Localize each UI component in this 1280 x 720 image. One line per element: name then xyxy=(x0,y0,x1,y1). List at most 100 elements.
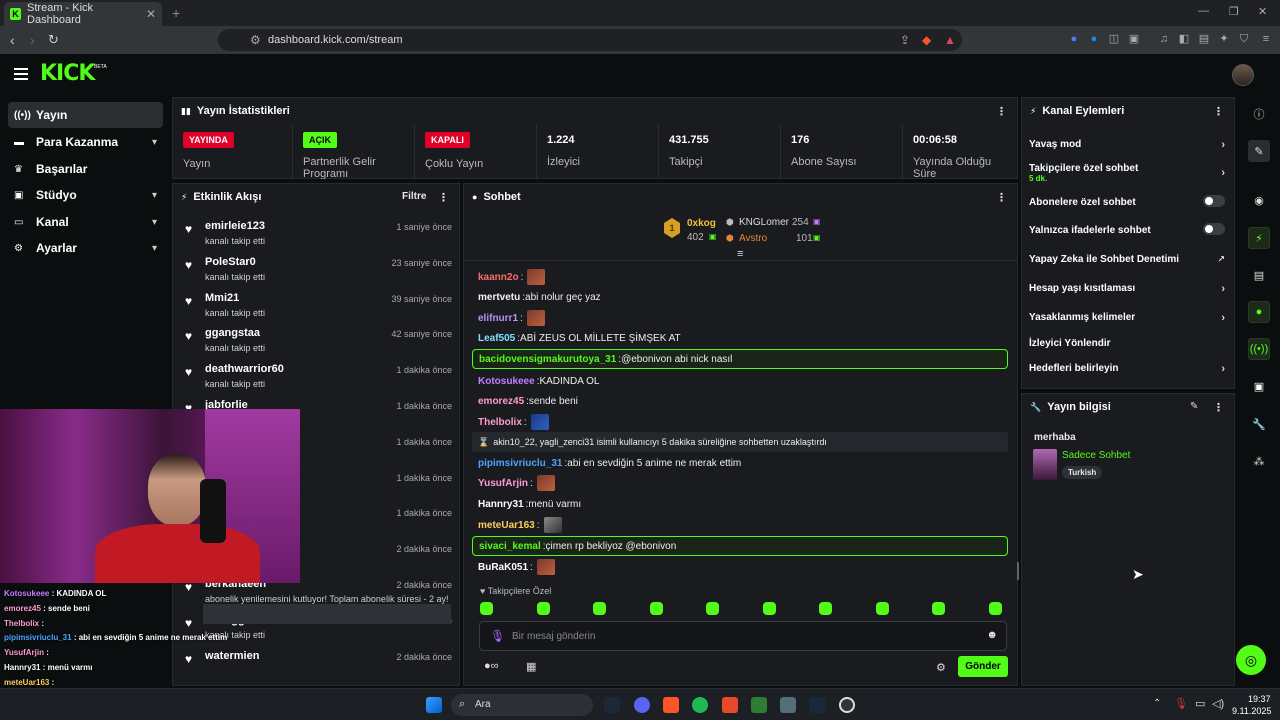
emote-quick-icon[interactable] xyxy=(762,602,776,615)
document-icon[interactable]: ▤ xyxy=(1248,264,1270,286)
edit-icon[interactable]: ✎ xyxy=(1190,401,1198,412)
close-tab-icon[interactable]: ✕ xyxy=(146,7,156,21)
emoji-icon[interactable]: ☻ xyxy=(986,629,998,641)
mic-icon[interactable]: 🎙 xyxy=(490,629,505,643)
extension-1-icon[interactable]: ● xyxy=(1068,33,1080,45)
chat-username[interactable]: Kotosukeee xyxy=(478,376,535,387)
steam-icon[interactable] xyxy=(604,697,620,713)
sidebar-item-para-kazanma[interactable]: ▬ Para Kazanma ▾ xyxy=(8,129,163,155)
viewers-icon[interactable]: ●∞ xyxy=(484,660,499,672)
chat-username[interactable]: kaann2o xyxy=(478,272,519,283)
mic-tray-icon[interactable]: 🎙 xyxy=(1174,697,1188,710)
sidebar-item-ayarlar[interactable]: ⚙ Ayarlar ▾ xyxy=(8,235,163,261)
broadcast-rail-icon[interactable]: ((•)) xyxy=(1248,338,1270,360)
kick-logo[interactable]: KICK xyxy=(40,61,95,86)
more-options-icon[interactable]: ⋮ xyxy=(1213,105,1224,118)
chat-username[interactable]: mertvetu xyxy=(478,292,520,303)
window-close-icon[interactable]: ✕ xyxy=(1258,5,1267,18)
emote-quick-icon[interactable] xyxy=(875,602,889,615)
bolt-rail-icon[interactable]: ⚡ xyxy=(1248,227,1270,249)
restore-icon[interactable]: ❐ xyxy=(1229,5,1239,18)
windows-start-icon[interactable] xyxy=(426,697,442,713)
activity-user[interactable]: Mmi21 xyxy=(205,292,239,304)
activity-user[interactable]: PoleStar0 xyxy=(205,256,256,268)
obs-icon[interactable] xyxy=(839,697,855,713)
chat-username[interactable]: Hannry31 xyxy=(478,499,524,510)
toggle-switch[interactable] xyxy=(1203,195,1225,207)
send-button[interactable]: Gönder xyxy=(958,656,1008,677)
chat-username[interactable]: meteUar163 xyxy=(478,520,535,531)
wallet-icon[interactable]: ▤ xyxy=(1198,33,1210,45)
channel-action-item[interactable]: Yasaklanmış kelimeler › xyxy=(1029,312,1229,324)
chat-scrollbar[interactable] xyxy=(1017,562,1019,580)
share-icon[interactable]: ⇪ xyxy=(900,33,910,47)
channel-action-item[interactable]: Takipçilere özel sohbet 5 dk. › xyxy=(1029,163,1229,183)
emote-quick-icon[interactable] xyxy=(819,602,832,615)
hamburger-menu-icon[interactable] xyxy=(14,68,28,80)
sidebar-item-basarilar[interactable]: ♛ Başarılar xyxy=(8,156,163,182)
channel-action-item[interactable]: Yapay Zeka ile Sohbet Denetimi ↗ xyxy=(1029,254,1229,265)
brave-rewards-icon[interactable]: ▲ xyxy=(944,33,956,47)
channel-action-item[interactable]: İzleyici Yönlendir xyxy=(1029,338,1229,349)
media-icon[interactable]: ▣ xyxy=(1248,375,1270,397)
leader-name[interactable]: KNGLomer xyxy=(739,217,789,228)
channel-action-item[interactable]: Yalnızca ifadelerle sohbet xyxy=(1029,223,1229,236)
expand-leaderboard-icon[interactable]: ≡ xyxy=(737,248,743,260)
activity-user[interactable]: ggangstaa xyxy=(205,327,260,339)
tools-icon[interactable]: 🔧 xyxy=(1248,413,1270,435)
extension-3-icon[interactable]: ◫ xyxy=(1108,33,1120,45)
app2-icon[interactable] xyxy=(780,697,796,713)
address-bar[interactable]: ⚙ dashboard.kick.com/stream ⇪ ◆ ▲ xyxy=(218,29,962,51)
more-options-icon[interactable]: ⋮ xyxy=(438,191,449,204)
sidebar-item-kanal[interactable]: ▭ Kanal ▾ xyxy=(8,209,163,235)
brave-icon[interactable] xyxy=(663,697,679,713)
channel-action-item[interactable]: Yavaş mod › xyxy=(1029,139,1229,151)
emote-quick-icon[interactable] xyxy=(536,602,550,615)
camera-icon[interactable]: ◉ xyxy=(1248,189,1270,211)
steam2-icon[interactable] xyxy=(809,697,825,713)
emote-quick-icon[interactable] xyxy=(593,602,606,615)
channel-action-item[interactable]: Hesap yaşı kısıtlaması › xyxy=(1029,283,1229,295)
vpn-icon[interactable]: ⛉ xyxy=(1238,33,1250,45)
support-headset-icon[interactable]: ◎ xyxy=(1236,645,1266,675)
activity-user[interactable]: emirleie123 xyxy=(205,220,265,232)
tray-chevron-icon[interactable]: ⌃ xyxy=(1153,698,1161,709)
apps-icon[interactable]: ⁂ xyxy=(1248,450,1270,472)
back-icon[interactable]: ‹ xyxy=(10,32,15,48)
network-icon[interactable]: ▭ xyxy=(1195,697,1205,710)
chat-input[interactable]: 🎙 Bir mesaj gönderin ☻ xyxy=(479,621,1007,651)
chat-username[interactable]: bacidovensigmakurutoya_31 xyxy=(479,354,616,365)
channel-action-item[interactable]: Hedefleri belirleyin › xyxy=(1029,363,1229,375)
chat-username[interactable]: Thelbolix xyxy=(478,417,522,428)
filter-button[interactable]: Filtre xyxy=(402,191,426,202)
forward-icon[interactable]: › xyxy=(30,32,35,48)
more-options-icon[interactable]: ⋮ xyxy=(996,191,1007,204)
activity-user[interactable]: deathwarrior60 xyxy=(205,363,284,375)
volume-icon[interactable]: ◁) xyxy=(1212,697,1224,710)
reload-icon[interactable]: ↻ xyxy=(48,32,59,48)
music-icon[interactable]: ♫ xyxy=(1158,33,1170,45)
leader-name[interactable]: Avstro xyxy=(739,233,767,244)
emote-quick-icon[interactable] xyxy=(988,602,1002,615)
extension-2-icon[interactable]: ● xyxy=(1088,33,1100,45)
emote-quick-icon[interactable] xyxy=(649,602,663,615)
discord-icon[interactable] xyxy=(634,697,650,713)
edit-pencil-icon[interactable]: ✎ xyxy=(1248,140,1270,162)
more-options-icon[interactable]: ⋮ xyxy=(996,105,1007,118)
spotify-icon[interactable] xyxy=(692,697,708,713)
site-info-icon[interactable]: ⚙ xyxy=(250,33,261,47)
leader-name[interactable]: 0xkog xyxy=(687,218,716,229)
chat-rail-icon[interactable]: ● xyxy=(1248,301,1270,323)
chat-username[interactable]: elifnurr1 xyxy=(478,313,518,324)
activity-user[interactable]: watermien xyxy=(205,650,259,662)
chat-username[interactable]: YusufArjin xyxy=(478,478,528,489)
category-thumbnail[interactable] xyxy=(1033,449,1057,480)
chat-username[interactable]: BuRaK051 xyxy=(478,562,528,573)
chat-username[interactable]: Leaf505 xyxy=(478,333,515,344)
menu-icon[interactable]: ≡ xyxy=(1260,33,1272,45)
sidebar-item-yayin[interactable]: ((•)) Yayın xyxy=(8,102,163,128)
store-icon[interactable]: ▦ xyxy=(526,660,536,673)
emote-quick-icon[interactable] xyxy=(932,602,945,615)
emote-quick-icon[interactable] xyxy=(706,602,719,615)
sidebar-item-studyo[interactable]: ▣ Stüdyo ▾ xyxy=(8,182,163,208)
